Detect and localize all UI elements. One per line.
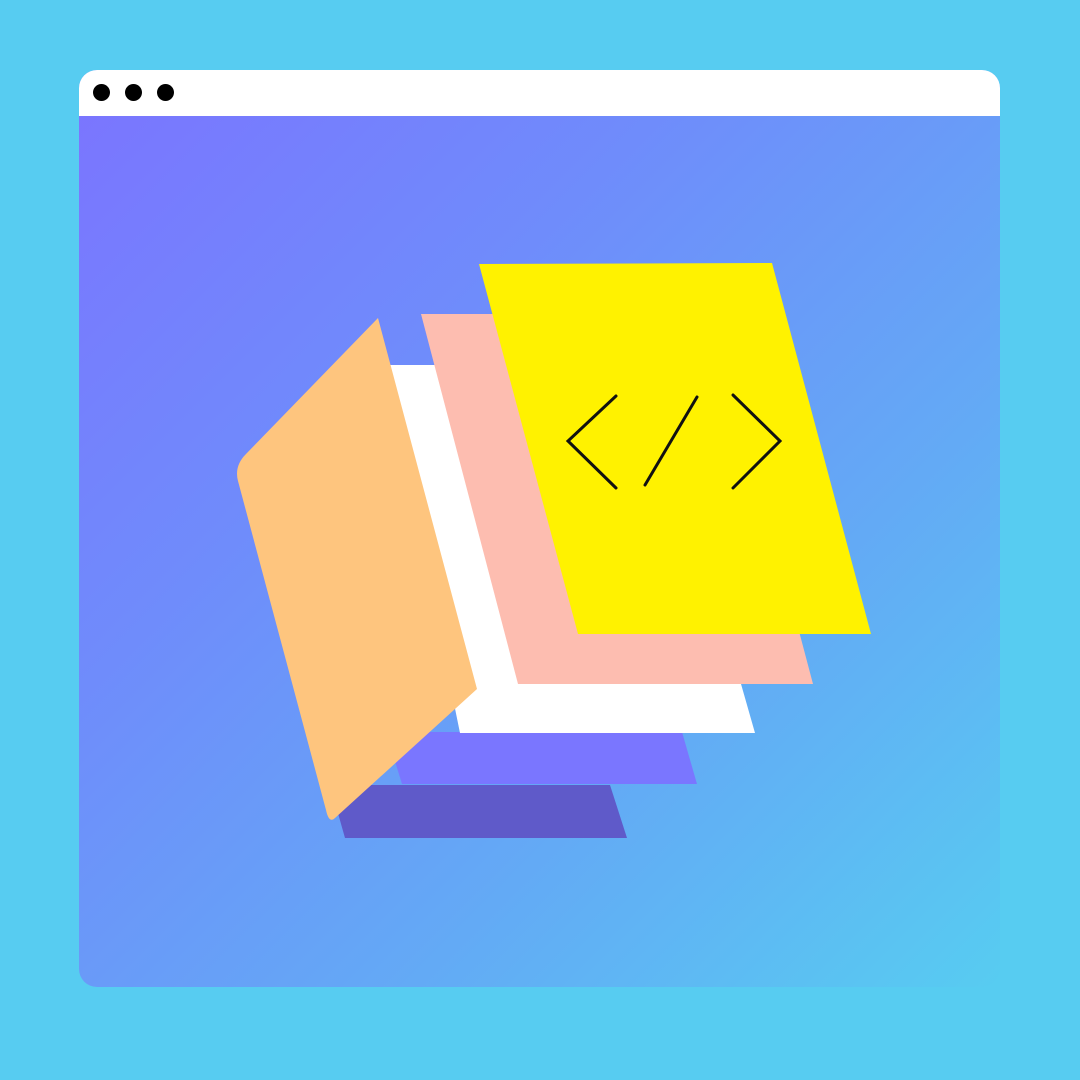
maximize-window-button[interactable]	[157, 84, 174, 101]
browser-title-bar	[79, 70, 1000, 116]
browser-window	[79, 70, 1000, 987]
close-window-button[interactable]	[93, 84, 110, 101]
page-canvas	[0, 0, 1080, 1080]
minimize-window-button[interactable]	[125, 84, 142, 101]
